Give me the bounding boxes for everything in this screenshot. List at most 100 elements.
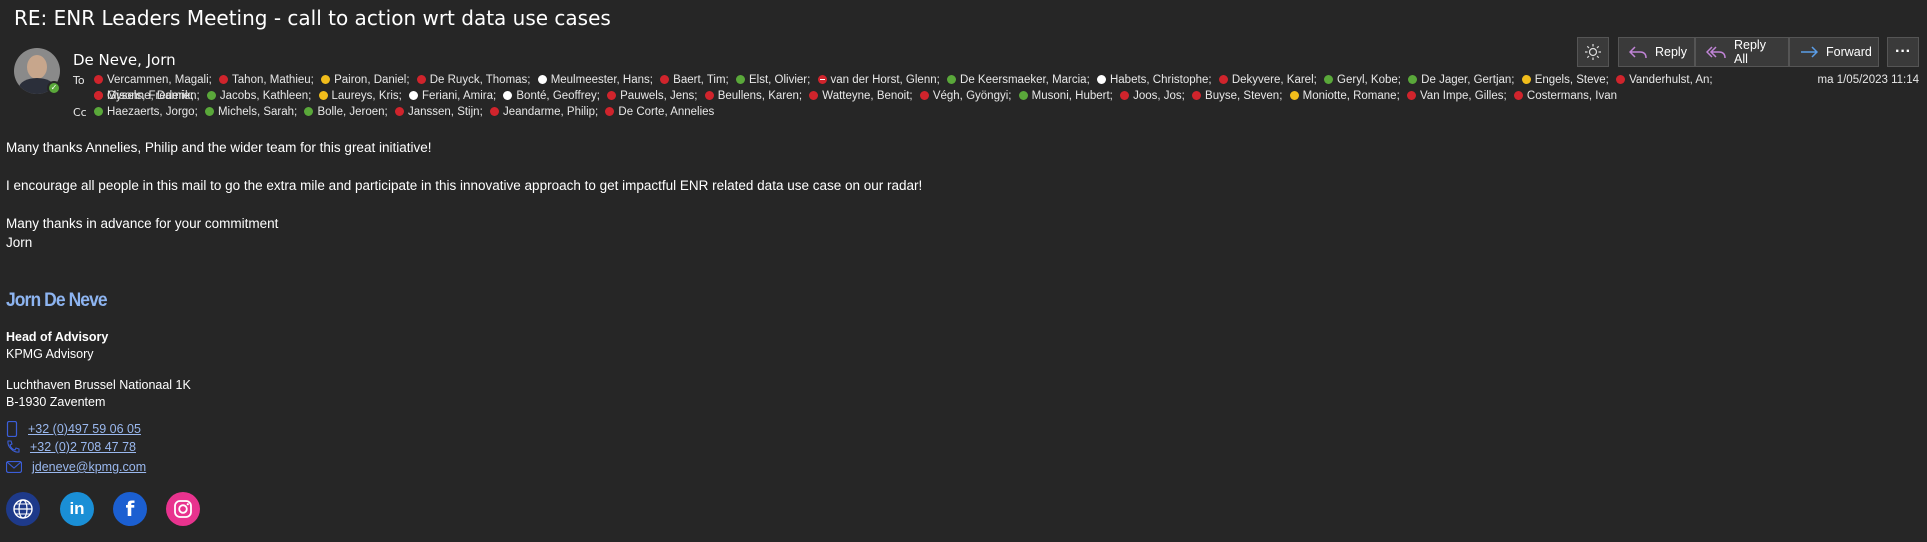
recipient[interactable]: Végh, Gyöngyi; bbox=[919, 90, 1012, 102]
recipient[interactable]: Buyse, Steven; bbox=[1192, 90, 1282, 102]
recipient[interactable]: Laureys, Kris; bbox=[318, 90, 402, 102]
recipient[interactable]: Bolle, Jeroen; bbox=[304, 106, 388, 118]
more-actions-button[interactable]: ··· bbox=[1887, 37, 1919, 67]
presence-busy-icon bbox=[607, 91, 617, 100]
forward-button[interactable]: Forward bbox=[1789, 37, 1879, 67]
recipient[interactable]: Watteyne, Benoit; bbox=[809, 90, 913, 102]
recipient[interactable]: Van Impe, Gilles; bbox=[1406, 90, 1507, 102]
recipient-name: Beullens, Karen; bbox=[717, 90, 803, 102]
globe-icon[interactable] bbox=[6, 492, 40, 526]
recipient[interactable]: Habets, Christophe; bbox=[1096, 74, 1212, 86]
recipient[interactable]: Feriani, Amira; bbox=[409, 90, 496, 102]
phone-row: +32 (0)2 708 47 78 bbox=[6, 440, 136, 454]
presence-busy-icon bbox=[489, 107, 499, 116]
recipient-name: Elst, Olivier; bbox=[748, 74, 811, 86]
recipient[interactable]: Michels, Sarah; bbox=[204, 106, 297, 118]
immersive-reader-button[interactable] bbox=[1577, 37, 1609, 67]
recipient[interactable]: Misonne, Damien; bbox=[94, 90, 200, 102]
recipient-name: Jacobs, Kathleen; bbox=[219, 90, 312, 102]
presence-available-icon bbox=[304, 107, 314, 116]
recipient[interactable]: Janssen, Stijn; bbox=[394, 106, 483, 118]
recipient-name: Jeandarme, Philip; bbox=[502, 106, 599, 118]
mobile-link[interactable]: +32 (0)497 59 06 05 bbox=[28, 422, 141, 436]
recipient-name: Pauwels, Jens; bbox=[620, 90, 698, 102]
recipient[interactable]: Tahon, Mathieu; bbox=[219, 74, 314, 86]
presence-busy-icon bbox=[1192, 91, 1202, 100]
recipient[interactable]: Jacobs, Kathleen; bbox=[206, 90, 312, 102]
body-line-4: Jorn bbox=[6, 235, 33, 250]
recipient-name: Végh, Gyöngyi; bbox=[932, 90, 1012, 102]
presence-available-icon bbox=[1018, 91, 1028, 100]
presence-busy-icon bbox=[660, 75, 670, 84]
presence-busy-icon bbox=[704, 91, 714, 100]
recipient[interactable]: Beullens, Karen; bbox=[704, 90, 803, 102]
presence-busy-icon bbox=[94, 91, 103, 100]
reply-button[interactable]: Reply bbox=[1618, 37, 1695, 67]
recipient-name: Geryl, Kobe; bbox=[1337, 74, 1401, 86]
phone-link[interactable]: +32 (0)2 708 47 78 bbox=[30, 440, 136, 454]
presence-away-icon bbox=[321, 75, 331, 84]
facebook-icon[interactable]: f bbox=[113, 492, 147, 526]
presence-busy-icon bbox=[94, 75, 103, 84]
presence-available-icon bbox=[94, 107, 103, 116]
recipient-name: De Corte, Annelies bbox=[618, 106, 715, 118]
recipient[interactable]: Engels, Steve; bbox=[1521, 74, 1609, 86]
recipient[interactable]: van der Horst, Glenn; bbox=[817, 74, 940, 86]
recipient[interactable]: Vanderhulst, An; bbox=[1616, 74, 1713, 86]
email-link[interactable]: jdeneve@kpmg.com bbox=[32, 460, 146, 474]
to-recipients-line-2: Misonne, Damien; Jacobs, Kathleen; Laure… bbox=[94, 88, 1794, 104]
recipient[interactable]: Jeandarme, Philip; bbox=[489, 106, 599, 118]
recipient-name: Laureys, Kris; bbox=[331, 90, 402, 102]
presence-available-icon: ✓ bbox=[47, 81, 61, 95]
recipient[interactable]: Pauwels, Jens; bbox=[607, 90, 697, 102]
signature-address-2: B-1930 Zaventem bbox=[6, 395, 106, 409]
phone-icon bbox=[7, 440, 20, 453]
recipient[interactable]: De Keersmaeker, Marcia; bbox=[947, 74, 1090, 86]
recipient[interactable]: Bonté, Geoffrey; bbox=[503, 90, 600, 102]
presence-away-icon bbox=[1289, 91, 1299, 100]
linkedin-icon[interactable]: in bbox=[60, 492, 94, 526]
recipient[interactable]: Haezaerts, Jorgo; bbox=[94, 106, 198, 118]
recipient-name: Baert, Tim; bbox=[673, 74, 729, 86]
recipient[interactable]: Joos, Jos; bbox=[1120, 90, 1185, 102]
recipient[interactable]: Moniotte, Romane; bbox=[1289, 90, 1400, 102]
recipient[interactable]: De Jager, Gertjan; bbox=[1408, 74, 1515, 86]
reply-icon bbox=[1629, 46, 1647, 59]
recipient[interactable]: Musoni, Hubert; bbox=[1018, 90, 1113, 102]
recipient-name: Costermans, Ivan bbox=[1526, 90, 1618, 102]
to-label: To bbox=[73, 74, 85, 87]
recipient[interactable]: Pairon, Daniel; bbox=[321, 74, 410, 86]
recipient-name: Bolle, Jeroen; bbox=[317, 106, 388, 118]
signature-company: KPMG Advisory bbox=[6, 347, 94, 361]
recipient[interactable]: Costermans, Ivan bbox=[1513, 90, 1618, 102]
presence-available-icon bbox=[735, 75, 745, 84]
mobile-phone-icon bbox=[6, 421, 18, 437]
reply-all-button[interactable]: Reply All bbox=[1695, 37, 1789, 67]
recipient-name: Habets, Christophe; bbox=[1109, 74, 1212, 86]
recipient[interactable]: Baert, Tim; bbox=[660, 74, 729, 86]
presence-offline-icon bbox=[1096, 75, 1106, 84]
recipient-name: De Jager, Gertjan; bbox=[1421, 74, 1515, 86]
cc-label: Cc bbox=[73, 106, 87, 119]
recipient-name: Buyse, Steven; bbox=[1205, 90, 1283, 102]
recipient[interactable]: Elst, Olivier; bbox=[735, 74, 811, 86]
presence-busy-icon bbox=[1406, 91, 1416, 100]
recipient[interactable]: Geryl, Kobe; bbox=[1324, 74, 1401, 86]
recipient-name: Bonté, Geoffrey; bbox=[516, 90, 600, 102]
recipient[interactable]: De Ruyck, Thomas; bbox=[416, 74, 530, 86]
presence-away-icon bbox=[318, 91, 328, 100]
presence-busy-icon bbox=[919, 91, 929, 100]
recipient[interactable]: Dekyvere, Karel; bbox=[1218, 74, 1317, 86]
mail-icon bbox=[6, 461, 22, 473]
recipient[interactable]: De Corte, Annelies bbox=[605, 106, 714, 118]
sender-name[interactable]: De Neve, Jorn bbox=[73, 51, 176, 69]
recipient-name: Engels, Steve; bbox=[1534, 74, 1609, 86]
recipient[interactable]: Meulmeester, Hans; bbox=[537, 74, 653, 86]
instagram-icon[interactable] bbox=[166, 492, 200, 526]
presence-busy-icon bbox=[394, 107, 404, 116]
signature-name: Jorn De Neve bbox=[6, 290, 108, 311]
presence-busy-icon bbox=[1616, 75, 1626, 84]
recipient[interactable]: Vercammen, Magali; bbox=[94, 74, 212, 86]
recipient-name: Joos, Jos; bbox=[1133, 90, 1185, 102]
presence-busy-icon bbox=[605, 107, 615, 116]
